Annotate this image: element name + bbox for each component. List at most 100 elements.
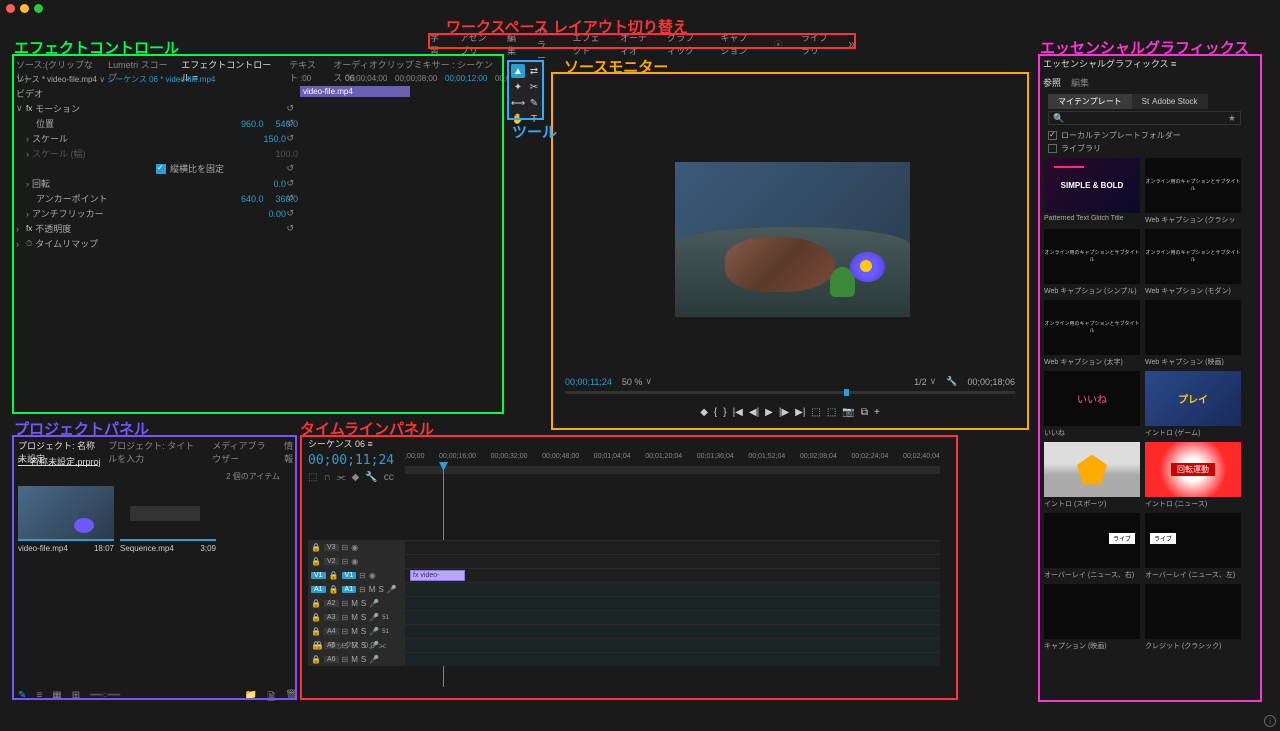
workspace-tab[interactable]: エフェクト xyxy=(573,31,603,57)
template-thumb[interactable]: SIMPLE & BOLD xyxy=(1044,158,1140,213)
mix-label[interactable]: ミックス xyxy=(328,640,360,651)
template-thumb[interactable] xyxy=(1044,442,1140,497)
toggle-icon[interactable]: ⊟ xyxy=(342,599,349,608)
razor-tool-icon[interactable]: ✂ xyxy=(527,80,541,94)
template-thumb[interactable]: ライブ xyxy=(1145,513,1241,568)
link-icon[interactable]: ⫘ xyxy=(337,472,346,483)
toggle-icon[interactable]: ⊟ xyxy=(342,557,349,566)
reset-icon[interactable]: ↺ xyxy=(286,193,294,204)
reset-icon[interactable]: ↺ xyxy=(286,103,294,114)
new-item-icon[interactable]: 🗎 xyxy=(267,690,275,707)
template-search[interactable]: 🔍 ★ xyxy=(1048,111,1241,125)
nest-icon[interactable]: ⬚ xyxy=(308,472,317,483)
template-item[interactable]: 回転運動イントロ (ニュース) xyxy=(1145,442,1241,509)
track-label[interactable]: V2 xyxy=(324,558,339,565)
icon-view-icon[interactable]: ▦ xyxy=(52,690,61,707)
favorite-filter-icon[interactable]: ★ xyxy=(1228,113,1236,124)
step-forward-icon[interactable]: |▶ xyxy=(779,407,789,418)
rotation-value[interactable]: 0.0 xyxy=(273,179,286,189)
freeform-icon[interactable]: ⊞ xyxy=(72,690,80,707)
lock-icon[interactable]: 🔒 xyxy=(311,557,321,566)
template-item[interactable]: オンライン用のキャプションとサブタイトルWeb キャプション (太字) xyxy=(1044,300,1140,367)
workspace-tab[interactable]: 編集 xyxy=(507,31,519,57)
lock-icon[interactable]: 🔒 xyxy=(329,585,339,594)
go-to-in-icon[interactable]: |◀ xyxy=(733,407,743,418)
toggle-icon[interactable]: ⊟ xyxy=(342,613,349,622)
export-frame-icon[interactable]: 📷 xyxy=(842,407,854,418)
track-label[interactable]: A4 xyxy=(324,628,339,635)
template-item[interactable]: オンライン用のキャプションとサブタイトルWeb キャプション (シンプル) xyxy=(1044,229,1140,296)
eg-browse-tab[interactable]: 参照 xyxy=(1043,76,1061,89)
track-label[interactable]: A1 xyxy=(342,586,357,593)
track-label[interactable]: A6 xyxy=(324,656,339,663)
extract-icon[interactable]: ⬚ xyxy=(827,407,836,418)
track-select-tool-icon[interactable]: ⇄ xyxy=(527,64,541,78)
maximize-icon[interactable] xyxy=(34,4,43,13)
monitor-scrubber[interactable] xyxy=(565,391,1015,394)
essential-graphics-tab[interactable]: エッセンシャルグラフィックス ≡ xyxy=(1043,57,1176,70)
mic-icon[interactable]: 🎤 xyxy=(369,599,379,608)
workspace-tab[interactable]: アセンブリ xyxy=(460,31,489,57)
template-thumb[interactable]: オンライン用のキャプションとサブタイトル xyxy=(1145,229,1241,284)
effect-timeremap[interactable]: タイムリマップ xyxy=(35,237,298,250)
eye-icon[interactable]: ◉ xyxy=(351,543,358,552)
timeline-ruler[interactable]: ;00;00 00;00;16;00 00;00;32;00 00;00;48;… xyxy=(405,453,940,465)
workspace-tab[interactable]: カラー xyxy=(537,25,555,64)
monitor-preview[interactable] xyxy=(675,162,910,317)
lock-icon[interactable]: 🔒 xyxy=(311,543,321,552)
monitor-resolution[interactable]: 1/2 xyxy=(914,377,927,387)
hand-tool-icon[interactable]: ✋ xyxy=(511,112,525,126)
new-bin-icon[interactable]: 📁 xyxy=(245,690,257,707)
mic-icon[interactable]: 🎤 xyxy=(387,585,397,594)
pen-icon[interactable]: ✎ xyxy=(18,690,26,707)
scale-value[interactable]: 150.0 xyxy=(263,134,286,144)
template-item[interactable]: Web キャプション (映画) xyxy=(1145,300,1241,367)
workspace-more-icon[interactable]: » xyxy=(848,37,855,51)
eye-icon[interactable]: ◉ xyxy=(369,571,376,580)
reset-icon[interactable]: ↺ xyxy=(286,133,294,144)
toggle-icon[interactable]: ⊟ xyxy=(342,655,349,664)
settings-icon[interactable]: + xyxy=(874,407,880,418)
eg-edit-tab[interactable]: 編集 xyxy=(1071,76,1089,89)
slip-tool-icon[interactable]: ⟷ xyxy=(511,96,525,110)
list-view-icon[interactable]: ≡ xyxy=(36,690,42,707)
template-item[interactable]: イントロ (スポーツ) xyxy=(1044,442,1140,509)
template-item[interactable]: SIMPLE & BOLDPatterned Text Glitch Title xyxy=(1044,158,1140,225)
tab-project-title[interactable]: プロジェクト: タイトルを入力 xyxy=(108,439,202,466)
workspace-tab[interactable]: ライブラリ xyxy=(801,31,831,57)
template-thumb[interactable]: 回転運動 xyxy=(1145,442,1241,497)
timeline-tab[interactable]: シーケンス 06 ≡ xyxy=(308,437,373,450)
track-label[interactable]: V3 xyxy=(324,544,339,551)
compare-icon[interactable]: ⧉ xyxy=(861,407,868,418)
template-item[interactable]: ライブオーバーレイ (ニュース、右) xyxy=(1044,513,1140,580)
mark-in-icon[interactable]: { xyxy=(714,407,717,418)
reset-icon[interactable]: ↺ xyxy=(286,223,294,234)
effect-clip[interactable]: video-file.mp4 xyxy=(300,86,410,97)
position-x[interactable]: 960.0 xyxy=(241,119,264,129)
lock-icon[interactable]: 🔒 xyxy=(311,613,321,622)
window-controls[interactable] xyxy=(6,4,43,13)
monitor-zoom[interactable]: 50 % xyxy=(622,377,643,387)
workspace-tab[interactable]: グラフィック xyxy=(667,31,702,57)
template-thumb[interactable]: ライブ xyxy=(1044,513,1140,568)
pen-tool-icon[interactable]: ✎ xyxy=(527,96,541,110)
template-item[interactable]: オンライン用のキャプションとサブタイトルWeb キャプション (クラシック) xyxy=(1145,158,1241,225)
trash-icon[interactable]: 🗑 xyxy=(285,690,298,707)
toggle-icon[interactable]: ⊟ xyxy=(359,585,366,594)
snap-icon[interactable]: ∩ xyxy=(323,472,330,483)
close-icon[interactable] xyxy=(6,4,15,13)
minimize-icon[interactable] xyxy=(20,4,29,13)
adobe-stock-tab[interactable]: StAdobe Stock xyxy=(1132,94,1208,109)
track-label[interactable]: A2 xyxy=(324,600,339,607)
effect-motion[interactable]: モーション xyxy=(35,102,298,115)
step-back-icon[interactable]: ◀| xyxy=(749,407,759,418)
lift-icon[interactable]: ⬚ xyxy=(811,407,820,418)
tab-info[interactable]: 情報 xyxy=(284,439,298,466)
template-thumb[interactable] xyxy=(1145,584,1241,639)
my-templates-tab[interactable]: マイテンプレート xyxy=(1048,94,1132,109)
settings-icon[interactable]: 🔧 xyxy=(365,472,377,483)
effect-opacity[interactable]: 不透明度 xyxy=(35,222,298,235)
reset-icon[interactable]: ↺ xyxy=(286,208,294,219)
lock-icon[interactable]: 🔒 xyxy=(311,599,321,608)
local-folder-checkbox[interactable] xyxy=(1048,131,1057,140)
